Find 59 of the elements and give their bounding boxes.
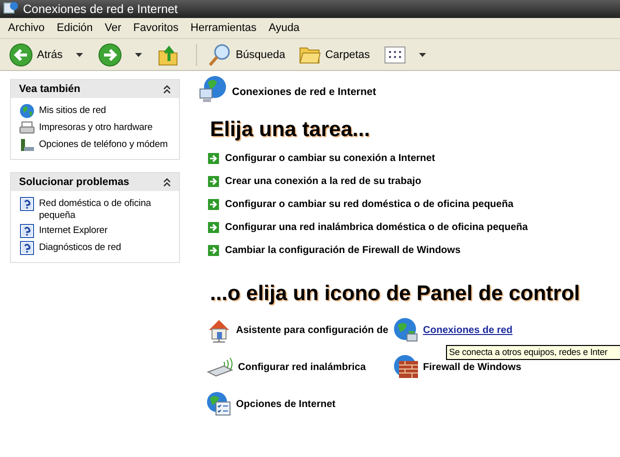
internet-options-icon [206,391,232,417]
search-icon [208,42,232,66]
menu-item[interactable]: Herramientas [184,22,263,34]
sidebar-link[interactable]: Red doméstica o de oficina pequeña [39,196,175,222]
task-link[interactable]: Configurar o cambiar su conexión a Internet [225,153,436,164]
panel-header[interactable]: Solucionar problemas [11,173,179,191]
panel-title: Solucionar problemas [19,176,130,188]
folder-icon [299,44,322,64]
task-link[interactable]: Configurar o cambiar su red doméstica o de oficina pequeña [225,199,514,210]
task-link[interactable]: Crear una conexión a la red de su trabajo [225,176,422,187]
section-heading: ...o elija un icono de Panel de control [210,282,581,306]
menu-item[interactable]: Archivo [2,22,51,34]
control-panel-link[interactable]: Firewall de Windows [423,362,522,372]
arrow-icon [208,222,219,233]
globe-icon [393,317,419,343]
menu-item[interactable]: Favoritos [127,22,185,34]
menu-item[interactable]: Ver [98,22,128,34]
arrow-icon [208,245,219,256]
dropdown-button[interactable] [74,50,85,58]
firewall-icon [393,354,419,380]
printer-icon [19,120,35,136]
arrow-icon [208,176,219,187]
help-icon [19,223,35,239]
control-panel-link[interactable]: Opciones de Internet [236,398,336,410]
arrow-icon [208,199,219,210]
panel-header[interactable]: Vea también [11,80,179,98]
views-icon [384,46,406,64]
panel-title: Vea también [19,83,80,95]
menu-item[interactable]: Ayuda [262,22,306,34]
window-title: Conexiones de red e Internet [23,2,178,16]
control-panel-link[interactable]: Configurar red inalámbrica [238,362,366,372]
dropdown-button[interactable] [416,50,428,58]
dropdown-button[interactable] [132,50,144,58]
caret-icon [76,52,83,56]
window-icon [3,0,19,16]
caret-icon [418,52,426,56]
sidebar-link[interactable]: Diagnósticos de red [39,240,122,254]
control-panel-link[interactable]: Conexiones de red [423,324,512,336]
sidebar-link[interactable]: Internet Explorer [39,223,108,237]
control-panel-link[interactable]: Asistente para configuración de [236,324,388,336]
sidebar-link[interactable]: Impresoras y otro hardware [39,120,153,134]
task-link[interactable]: Cambiar la configuración de Firewall de Windows [225,245,461,256]
search-button[interactable]: Búsqueda [204,40,288,68]
tooltip: Se conecta a otros equipos, redes e Inter [446,345,620,360]
task-link[interactable]: Configurar una red inalámbrica doméstica o de oficina pequeña [225,222,528,233]
network-computers-icon [198,75,228,105]
help-icon [19,240,35,256]
sidebar-link[interactable]: Opciones de teléfono y módem [39,137,168,151]
globe-icon [19,103,35,119]
sidebar-link[interactable]: Mis sitios de red [39,103,106,117]
help-icon [19,196,35,212]
folders-button[interactable]: Carpetas [296,42,373,66]
category-title: Conexiones de red e Internet [232,86,376,98]
caret-icon [134,52,142,56]
menu-item[interactable]: Edición [50,22,99,34]
back-button[interactable]: Atrás [6,40,66,68]
phone-icon [19,137,35,153]
section-heading: Elija una tarea... [210,118,371,142]
arrow-icon [208,153,219,164]
